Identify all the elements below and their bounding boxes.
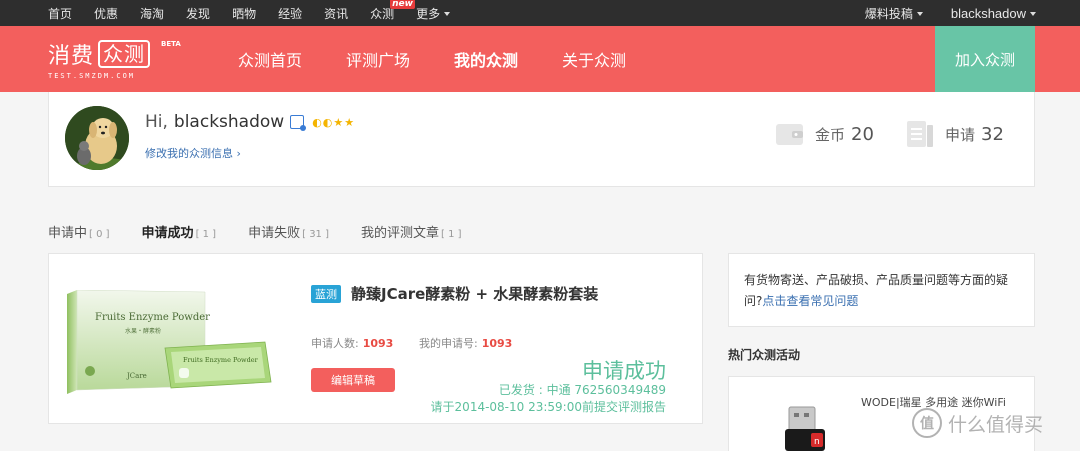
site-header: 消费 众测 BETA TEST.SMZDM.COM 众测首页 评测广场 我的众测…: [0, 26, 1080, 92]
edit-profile-link[interactable]: 修改我的众测信息 ›: [145, 145, 241, 161]
submit-tip-menu[interactable]: 爆料投稿: [865, 5, 923, 22]
top-nav-home[interactable]: 首页: [48, 5, 72, 22]
application-tabs: 申请中[ 0 ] 申请成功[ 1 ] 申请失败[ 31 ] 我的评测文章[ 1 …: [48, 222, 494, 241]
top-nav-test-label: 众测: [370, 6, 395, 21]
chevron-down-icon: [444, 12, 451, 16]
greeting: Hi, blackshadow ◐◐★★: [145, 112, 355, 132]
join-test-button[interactable]: 加入众测: [935, 26, 1035, 92]
nav-test-home[interactable]: 众测首页: [238, 47, 302, 71]
watermark-logo-icon: 值: [912, 408, 942, 438]
nav-review-square[interactable]: 评测广场: [346, 47, 410, 71]
top-nav-discover[interactable]: 发现: [186, 5, 210, 22]
top-navigation-bar: 首页 优惠 海淘 发现 晒物 经验 资讯 众测 new 更多 爆料投稿 black…: [0, 0, 1080, 26]
logo-subtitle: TEST.SMZDM.COM: [48, 72, 136, 80]
verified-user-icon: [290, 115, 307, 131]
top-nav-deals[interactable]: 优惠: [94, 5, 118, 22]
svg-text:n: n: [814, 437, 820, 447]
top-nav-experience[interactable]: 经验: [278, 5, 302, 22]
shipping-info: 已发货 : 中通 762560349489: [498, 383, 666, 397]
chevron-right-icon: ›: [236, 147, 241, 160]
my-application-number: 我的申请号: 1093: [419, 335, 512, 351]
user-name: blackshadow: [173, 112, 285, 132]
logo-main: 消费 众测: [48, 38, 151, 70]
sachet-text: Fruits Enzyme Powder: [183, 356, 259, 364]
tab-applying[interactable]: 申请中[ 0 ]: [48, 222, 110, 241]
my-number-value: 1093: [481, 337, 513, 350]
tab-success-label: 申请成功: [141, 226, 194, 241]
box-brand-text: JCare: [126, 372, 147, 380]
watermark-text: 什么值得买: [948, 413, 1044, 436]
logo-box-text: 众测: [98, 40, 151, 68]
product-tag: 蓝测: [311, 284, 341, 303]
nav-about[interactable]: 关于众测: [562, 47, 626, 71]
hot-tests-title: 热门众测活动: [728, 348, 801, 362]
tab-my-reviews-label: 我的评测文章: [361, 226, 440, 241]
tab-my-reviews[interactable]: 我的评测文章[ 1 ]: [361, 222, 462, 241]
top-nav-show[interactable]: 晒物: [232, 5, 256, 22]
main-nav: 众测首页 评测广场 我的众测 关于众测: [238, 26, 670, 92]
applications-label: 申请: [945, 125, 976, 144]
tab-failed[interactable]: 申请失败[ 31 ]: [248, 222, 329, 241]
coins-label: 金币: [815, 125, 846, 144]
top-nav-more[interactable]: 更多: [416, 5, 451, 22]
applications-stat: 申请 32: [905, 120, 1004, 148]
user-menu[interactable]: blackshadow: [951, 6, 1036, 21]
tab-applying-count: [ 0 ]: [89, 229, 110, 240]
tab-failed-label: 申请失败: [248, 226, 301, 241]
box-product-text: Fruits Enzyme Powder: [95, 312, 210, 323]
tab-failed-count: [ 31 ]: [302, 229, 329, 240]
logo-text: 消费: [48, 44, 95, 69]
edit-profile-label: 修改我的众测信息: [145, 147, 233, 160]
site-logo[interactable]: 消费 众测 BETA TEST.SMZDM.COM: [48, 38, 181, 80]
faq-box: 有货物寄送、产品破损、产品质量问题等方面的疑问?点击查看常见问题: [728, 253, 1035, 327]
applicants-value: 1093: [362, 337, 394, 350]
wallet-icon: [776, 124, 803, 145]
avatar[interactable]: [65, 106, 129, 170]
top-nav-right: 爆料投稿 blackshadow: [837, 0, 1036, 26]
greeting-prefix: Hi,: [145, 112, 168, 132]
my-number-label: 我的申请号:: [419, 337, 478, 350]
top-nav-links: 首页 优惠 海淘 发现 晒物 经验 资讯 众测 new 更多: [48, 0, 472, 26]
top-nav-haitao[interactable]: 海淘: [140, 5, 164, 22]
product-title[interactable]: 蓝测 静臻JCare酵素粉 + 水果酵素粉套装: [311, 283, 598, 304]
avatar-dog-image: [65, 106, 129, 170]
coins-stat: 金币 20: [775, 120, 874, 148]
user-menu-name: blackshadow: [950, 5, 1026, 21]
tab-applying-label: 申请中: [48, 226, 88, 241]
faq-link[interactable]: 点击查看常见问题: [762, 294, 858, 308]
new-badge: new: [390, 0, 415, 9]
coins-value: 20: [851, 123, 874, 145]
submit-tip-label: 爆料投稿: [864, 6, 913, 21]
applications-value: 32: [981, 123, 1004, 145]
box-product-subtext: 水果・酵素粉: [125, 327, 161, 335]
usb-wifi-adapter-image: n: [785, 406, 825, 451]
document-list-icon: [907, 121, 933, 147]
product-title-text: 静臻JCare酵素粉 + 水果酵素粉套装: [351, 285, 599, 303]
logo-beta: BETA: [161, 40, 181, 48]
top-nav-test[interactable]: 众测 new: [370, 0, 415, 22]
edit-draft-button[interactable]: 编辑草稿: [311, 368, 395, 392]
level-icons: ◐◐★★: [312, 115, 356, 129]
top-nav-more-label: 更多: [416, 6, 441, 21]
applicants-label: 申请人数:: [311, 337, 359, 350]
chevron-down-icon: [916, 12, 923, 16]
tab-success[interactable]: 申请成功[ 1 ]: [142, 222, 217, 241]
smzdm-watermark: 值 什么值得买: [912, 408, 1043, 438]
top-nav-news[interactable]: 资讯: [324, 5, 348, 22]
application-card: Fruits Enzyme Powder 水果・酵素粉 JCare Fruits…: [48, 253, 703, 424]
chevron-down-icon: [1030, 12, 1036, 17]
applicants-count: 申请人数: 1093: [311, 335, 393, 351]
nav-my-tests[interactable]: 我的众测: [454, 47, 518, 71]
tab-success-count: [ 1 ]: [195, 229, 217, 240]
tab-my-reviews-count: [ 1 ]: [441, 229, 462, 240]
profile-card: Hi, blackshadow ◐◐★★ 修改我的众测信息 › 金币 20 申请…: [48, 92, 1035, 187]
product-image[interactable]: Fruits Enzyme Powder 水果・酵素粉 JCare Fruits…: [65, 290, 275, 402]
report-deadline: 请于2014-08-10 23:59:00前提交评测报告: [430, 400, 666, 414]
